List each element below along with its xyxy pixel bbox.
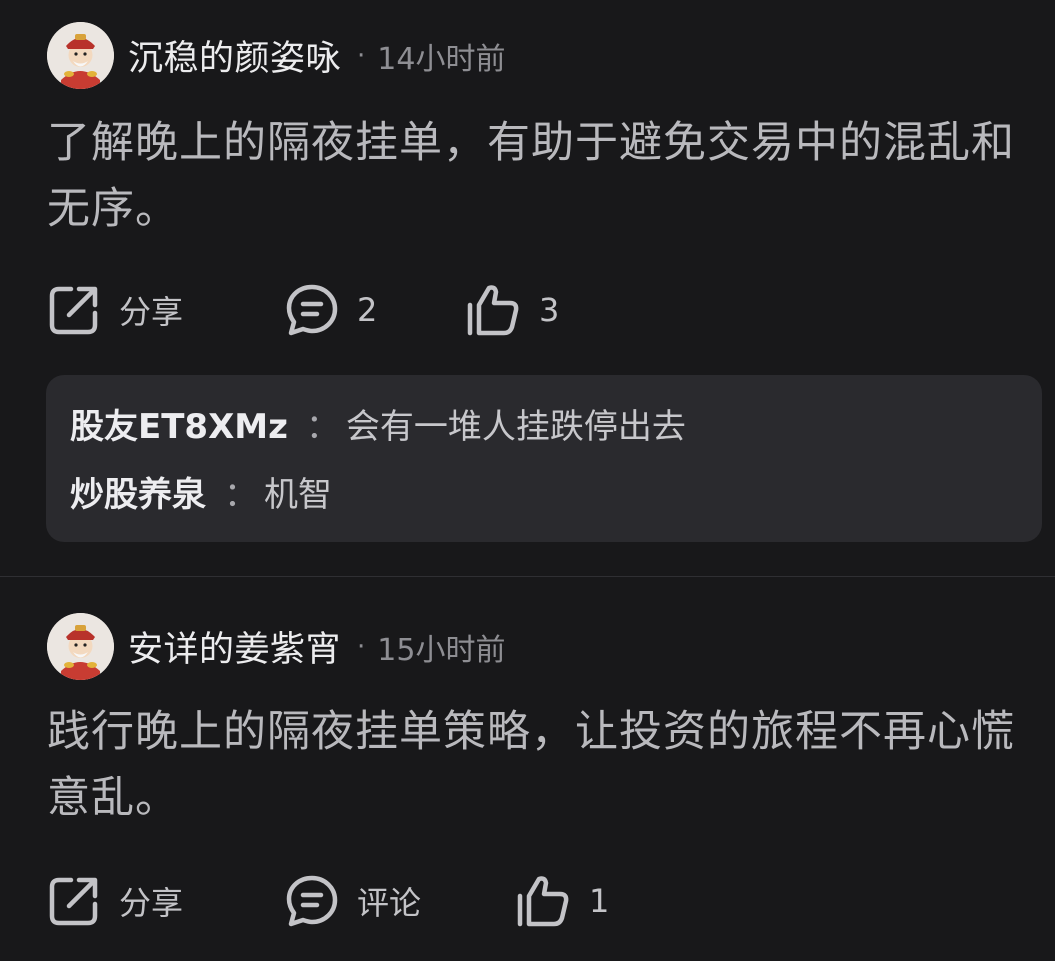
reply-text: 机智 <box>264 475 332 515</box>
reply-separator: ： <box>224 475 258 515</box>
timestamp: 14小时前 <box>377 41 506 77</box>
like-button[interactable]: 3 <box>465 282 559 338</box>
caishen-avatar-icon <box>47 613 114 680</box>
comment-header: 安详的姜紫宵 · 15小时前 <box>128 613 505 680</box>
username[interactable]: 安详的姜紫宵 <box>128 621 341 672</box>
comment-text: 了解晚上的隔夜挂单，有助于避免交易中的混乱和无序。 <box>47 118 1015 234</box>
comment-count: 2 <box>357 291 378 329</box>
share-button[interactable]: 分享 <box>47 282 183 338</box>
comment-item: 安详的姜紫宵 · 15小时前 践行晚上的隔夜挂单策略，让投资的旅程不再心慌意乱。… <box>0 577 1055 961</box>
reply-preview-box[interactable]: 股友ET8XMz ： 会有一堆人挂跌停出去 炒股养泉 ： 机智 <box>46 375 1042 542</box>
reply-separator: ： <box>305 407 340 447</box>
reply-item[interactable]: 炒股养泉 ： 机智 <box>70 467 332 516</box>
thumbs-up-icon <box>515 874 571 928</box>
comment-actions: 分享 评论 1 <box>47 873 747 929</box>
comment-bubble-icon <box>285 283 339 337</box>
share-icon <box>47 874 101 928</box>
comment-label: 评论 <box>357 884 422 922</box>
comment-item: 沉稳的颜姿咏 · 14小时前 了解晚上的隔夜挂单，有助于避免交易中的混乱和无序。… <box>0 0 1055 576</box>
separator-dot: · <box>357 631 366 662</box>
comment-button[interactable]: 2 <box>285 282 377 338</box>
thumbs-up-icon <box>465 283 521 337</box>
avatar[interactable] <box>47 613 114 680</box>
like-count: 3 <box>539 291 560 329</box>
separator-dot: · <box>357 40 366 71</box>
timestamp: 15小时前 <box>377 632 506 668</box>
caishen-avatar-icon <box>47 22 114 89</box>
share-label: 分享 <box>119 884 184 922</box>
comment-bubble-icon <box>285 874 339 928</box>
reply-text: 会有一堆人挂跌停出去 <box>345 407 686 447</box>
reply-item[interactable]: 股友ET8XMz ： 会有一堆人挂跌停出去 <box>70 399 686 448</box>
avatar[interactable] <box>47 22 114 89</box>
reply-username[interactable]: 股友ET8XMz <box>70 399 288 448</box>
comment-header: 沉稳的颜姿咏 · 14小时前 <box>128 22 505 89</box>
username[interactable]: 沉稳的颜姿咏 <box>128 30 341 81</box>
comment-text: 践行晚上的隔夜挂单策略，让投资的旅程不再心慌意乱。 <box>47 707 1015 823</box>
like-count: 1 <box>589 882 610 920</box>
share-label: 分享 <box>119 293 184 331</box>
comment-button[interactable]: 评论 <box>285 873 421 929</box>
comment-actions: 分享 2 3 <box>47 282 747 338</box>
share-button[interactable]: 分享 <box>47 873 183 929</box>
like-button[interactable]: 1 <box>515 873 609 929</box>
share-icon <box>47 283 101 337</box>
reply-username[interactable]: 炒股养泉 <box>70 467 206 516</box>
